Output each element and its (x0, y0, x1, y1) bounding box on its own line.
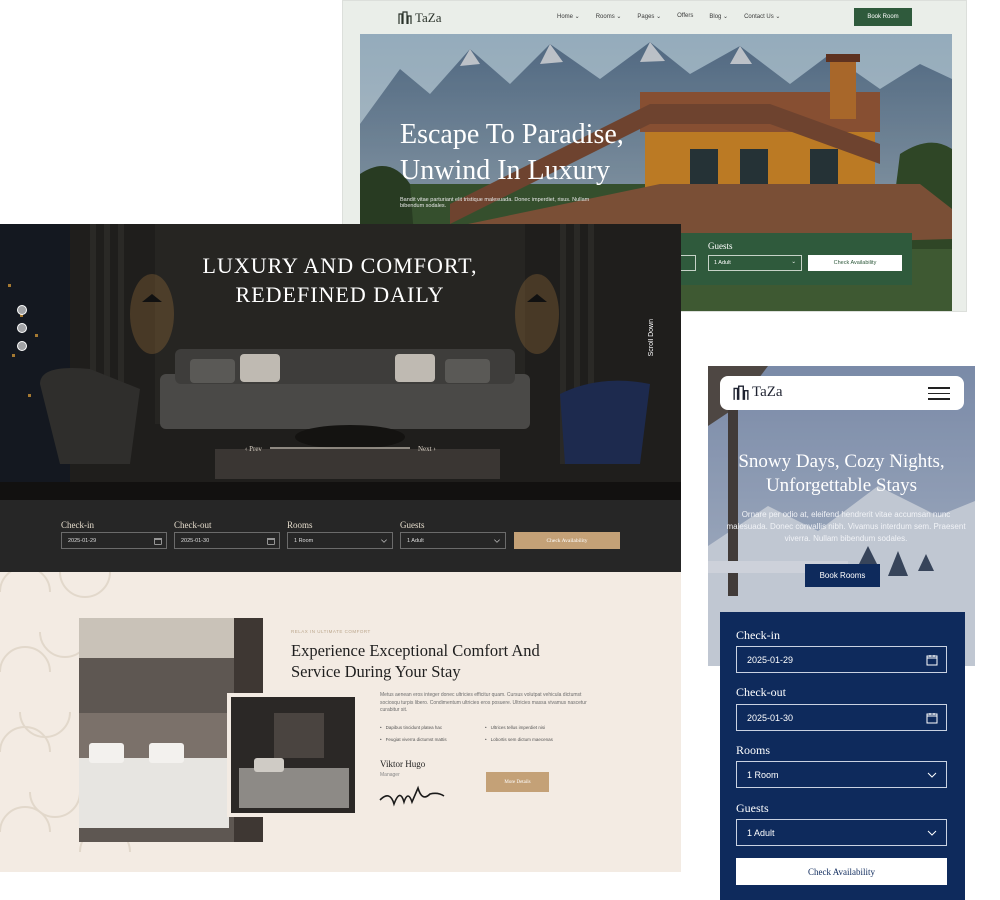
nav-item-blog[interactable]: Blog ⌄ (709, 13, 728, 20)
nav-item-contact[interactable]: Contact Us ⌄ (744, 13, 780, 20)
feature-item: Feugiat viverra dictumst mattis (380, 737, 447, 742)
guests-select[interactable]: 1 Adult (736, 819, 947, 846)
top-navbar: TaZa Home ⌄ Rooms ⌄ Pages ⌄ Offers Blog … (343, 1, 966, 34)
checkin-value: 2025-01-29 (747, 655, 794, 665)
section-paragraph: Metus aenean eros integer donec ultricie… (380, 692, 587, 713)
scroll-down-indicator[interactable]: Scroll Down (648, 319, 655, 356)
hero-title: Snowy Days, Cozy Nights, Unforgettable S… (708, 450, 975, 498)
check-availability-button[interactable]: Check Availability (514, 532, 620, 549)
hero-description: Ornare per odio at, eleifend hendrerit v… (726, 510, 966, 543)
slider-dot-3[interactable] (17, 341, 27, 351)
nav-item-pages[interactable]: Pages ⌄ (637, 13, 661, 20)
checkout-value: 2025-01-30 (181, 538, 210, 544)
hero-text: Bandit vitae parturiant elit tristique m… (400, 197, 590, 209)
rooms-select[interactable]: 1 Room (287, 532, 393, 549)
prev-label: Prev (249, 445, 262, 453)
checkout-field[interactable]: 2025-01-30 (736, 704, 947, 731)
booking-bar: Guests 1 Adult ⌄ Check Availability (676, 233, 912, 285)
hero-title: LUXURY AND COMFORT, REDEFINED DAILY (155, 251, 525, 309)
rooms-value: 1 Room (747, 770, 779, 780)
chevron-down-icon (927, 830, 937, 836)
checkout-label: Check-out (736, 685, 786, 699)
rooms-value: 1 Room (294, 538, 314, 544)
nav-item-offers[interactable]: Offers (677, 13, 693, 20)
section-heading: Experience Exceptional Comfort And Servi… (291, 640, 581, 682)
hero-title-line2: Unwind In Luxury (400, 155, 610, 186)
building-logo-icon (733, 384, 749, 400)
guests-value: 1 Adult (714, 260, 731, 266)
hero-title-line1: LUXURY AND COMFORT, (202, 253, 478, 278)
rooms-select[interactable]: 1 Room (736, 761, 947, 788)
hero-title-line1: Snowy Days, Cozy Nights, (738, 451, 945, 472)
guests-select[interactable]: 1 Adult ⌄ (708, 255, 802, 271)
section-heading-line2: Service During Your Stay (291, 662, 461, 681)
checkout-field[interactable]: 2025-01-30 (174, 532, 280, 549)
slider-dot-1[interactable] (17, 305, 27, 315)
chevron-down-icon (381, 539, 387, 543)
manager-name: Viktor Hugo (380, 759, 426, 769)
manager-role: Manager (380, 772, 400, 778)
guests-label: Guests (400, 520, 425, 530)
book-room-button[interactable]: Book Room (854, 8, 912, 26)
book-rooms-button[interactable]: Book Rooms (805, 564, 880, 587)
about-section: RELAX IN ULTIMATE COMFORT Experience Exc… (0, 572, 681, 872)
mobile-booking-form: Check-in 2025-01-29 Check-out 2025-01-30… (720, 612, 965, 900)
feature-item: Lobortis sem dictum maecenas (485, 737, 553, 742)
checkin-field[interactable]: 2025-01-29 (61, 532, 167, 549)
signature-image (379, 785, 445, 807)
checkin-label: Check-in (736, 628, 780, 642)
chevron-down-icon: ⌄ (791, 259, 796, 265)
guests-select[interactable]: 1 Adult (400, 532, 506, 549)
guests-label: Guests (736, 801, 769, 815)
building-logo-icon (398, 11, 412, 24)
check-availability-button[interactable]: Check Availability (808, 255, 902, 271)
rooms-label: Rooms (736, 743, 771, 757)
prev-slide-button[interactable]: ‹ Prev (245, 445, 262, 453)
nav-menu: Home ⌄ Rooms ⌄ Pages ⌄ Offers Blog ⌄ Con… (557, 13, 780, 20)
next-slide-button[interactable]: Next › (418, 445, 436, 453)
feature-item: Ultrices tellus imperdiet nisi (485, 725, 546, 730)
nav-item-home[interactable]: Home ⌄ (557, 13, 580, 20)
hero-title-line1: Escape To Paradise, (400, 119, 624, 150)
checkin-field[interactable]: 2025-01-29 (736, 646, 947, 673)
luxury-booking-bar: Check-in 2025-01-29 Check-out 2025-01-30… (0, 500, 681, 572)
hamburger-menu-icon[interactable] (928, 387, 950, 404)
logo[interactable]: TaZa (733, 384, 783, 401)
check-availability-button[interactable]: Check Availability (736, 858, 947, 885)
hero-title: Escape To Paradise, Unwind In Luxury (400, 117, 624, 189)
logo[interactable]: TaZa (398, 10, 442, 26)
slider-dots (17, 305, 27, 359)
calendar-icon (154, 538, 162, 545)
chevron-down-icon (927, 772, 937, 778)
logo-text: TaZa (415, 10, 442, 25)
logo-text: TaZa (752, 384, 783, 400)
hero-title-line2: REDEFINED DAILY (235, 282, 445, 307)
nav-item-rooms[interactable]: Rooms ⌄ (596, 13, 622, 20)
calendar-icon (926, 713, 938, 724)
slider-dot-2[interactable] (17, 323, 27, 333)
checkout-label: Check-out (174, 520, 212, 530)
luxury-hero-panel: LUXURY AND COMFORT, REDEFINED DAILY ‹ Pr… (0, 224, 681, 500)
section-eyebrow: RELAX IN ULTIMATE COMFORT (291, 629, 371, 634)
section-heading-line1: Experience Exceptional Comfort And (291, 641, 540, 660)
guests-value: 1 Adult (407, 538, 424, 544)
checkout-value: 2025-01-30 (747, 713, 794, 723)
mobile-header: TaZa (720, 376, 964, 410)
checkin-label: Check-in (61, 520, 94, 530)
checkin-value: 2025-01-29 (68, 538, 97, 544)
hero-title-line2: Unforgettable Stays (765, 475, 918, 496)
next-label: Next (418, 445, 432, 453)
calendar-icon (926, 655, 938, 666)
guests-label: Guests (708, 241, 733, 251)
more-details-button[interactable]: More Details (486, 772, 549, 792)
feature-item: Dapibus tincidunt platea hac (380, 725, 443, 730)
rooms-label: Rooms (287, 520, 313, 530)
chevron-down-icon (494, 539, 500, 543)
guests-value: 1 Adult (747, 828, 775, 838)
calendar-icon (267, 538, 275, 545)
